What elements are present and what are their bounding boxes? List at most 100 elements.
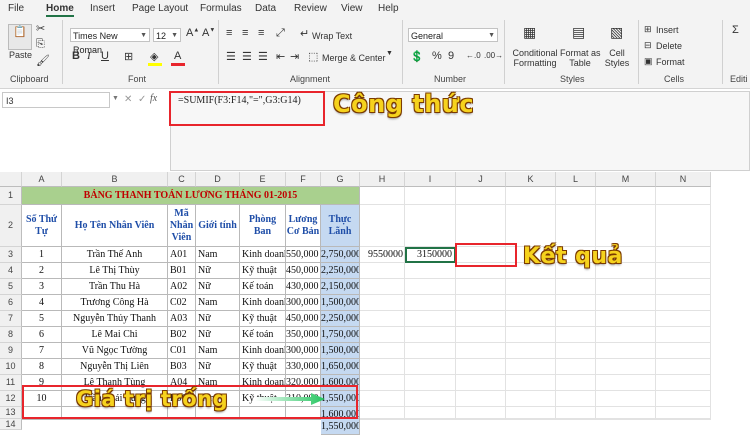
grid-cell[interactable] (596, 311, 656, 327)
grid-cell[interactable] (405, 327, 456, 343)
table-cell[interactable] (168, 419, 196, 420)
grid-cell[interactable] (656, 407, 711, 419)
table-cell[interactable]: Trần Thế Anh (62, 247, 168, 263)
conditional-formatting-icon[interactable]: ▦ (523, 24, 536, 41)
select-all-corner[interactable] (0, 172, 22, 187)
fill-color-icon[interactable]: ◈ (150, 50, 158, 63)
align-center-icon[interactable]: ☰ (242, 50, 252, 63)
grid-cell[interactable] (456, 343, 506, 359)
table-cell[interactable]: 300,000 (286, 343, 321, 359)
grid-cell[interactable] (506, 419, 556, 420)
row-header[interactable]: 4 (0, 263, 22, 279)
table-cell[interactable]: C01 (168, 343, 196, 359)
tab-formulas[interactable]: Formulas (200, 3, 242, 14)
font-name-dropdown[interactable]: Times New Roman ▼ (70, 28, 150, 55)
grid-cell[interactable] (405, 187, 456, 205)
column-header[interactable]: M (596, 172, 656, 187)
decrease-decimal-icon[interactable]: .00→ (484, 51, 503, 60)
delete-cells-icon[interactable]: ⊟ (644, 40, 652, 51)
grid-cell[interactable] (506, 311, 556, 327)
table-cell[interactable]: 1,650,000 (321, 359, 360, 375)
table-cell[interactable]: 550,000 (286, 247, 321, 263)
table-cell[interactable]: 5 (22, 311, 62, 327)
table-cell[interactable]: Lê Mai Chi (62, 327, 168, 343)
table-header-cell[interactable]: Phòng Ban (240, 205, 286, 247)
table-cell[interactable]: Nữ (196, 279, 240, 295)
grid-cell[interactable] (360, 205, 405, 247)
grid-cell[interactable] (596, 359, 656, 375)
decrease-font-icon[interactable]: A▼ (202, 27, 215, 39)
paste-button[interactable]: Paste (9, 50, 32, 60)
row-header[interactable]: 8 (0, 327, 22, 343)
table-cell[interactable]: 2,750,000 (321, 247, 360, 263)
enter-icon[interactable]: ✓ (138, 94, 146, 105)
grid-cell[interactable] (556, 295, 596, 311)
align-top-icon[interactable]: ≡ (226, 27, 232, 39)
grid-cell[interactable] (556, 205, 596, 247)
grid-cell[interactable] (656, 263, 711, 279)
row-header[interactable]: 14 (0, 419, 22, 430)
grid-cell[interactable] (456, 279, 506, 295)
table-cell[interactable]: C02 (168, 295, 196, 311)
grid-cell[interactable] (656, 295, 711, 311)
cell-styles-button[interactable]: Cell Styles (600, 48, 634, 68)
table-cell[interactable]: 1,500,000 (321, 295, 360, 311)
table-cell[interactable]: B03 (168, 359, 196, 375)
table-header-cell[interactable]: Số Thứ Tự (22, 205, 62, 247)
table-cell[interactable]: Kế toán (240, 279, 286, 295)
grid-cell[interactable] (596, 391, 656, 407)
table-cell[interactable]: 7 (22, 343, 62, 359)
grid-cell[interactable] (596, 327, 656, 343)
row-header[interactable]: 7 (0, 311, 22, 327)
grid-cell[interactable] (556, 359, 596, 375)
table-header-cell[interactable]: Mã Nhân Viên (168, 205, 196, 247)
insert-button[interactable]: Insert (656, 25, 679, 35)
table-cell[interactable]: Nữ (196, 359, 240, 375)
table-cell[interactable]: Kỹ thuật (240, 359, 286, 375)
comma-style-button[interactable]: 9 (448, 50, 454, 62)
table-cell[interactable] (62, 419, 168, 420)
table-cell[interactable]: Kinh doanh (240, 343, 286, 359)
column-header[interactable]: H (360, 172, 405, 187)
grid-cell[interactable] (360, 311, 405, 327)
grid-cell[interactable] (456, 407, 506, 419)
accounting-format-icon[interactable]: 💲 (410, 50, 424, 63)
grid-cell[interactable] (405, 205, 456, 247)
grid-cell[interactable] (656, 311, 711, 327)
table-cell[interactable]: A03 (168, 311, 196, 327)
align-middle-icon[interactable]: ≡ (242, 27, 248, 39)
table-header-cell[interactable]: Giới tính (196, 205, 240, 247)
grid-cell[interactable] (456, 187, 506, 205)
grid-cell[interactable] (360, 359, 405, 375)
grid-cell[interactable] (556, 391, 596, 407)
tab-file[interactable]: File (8, 3, 24, 14)
table-cell[interactable]: 300,000 (286, 295, 321, 311)
table-cell[interactable]: 350,000 (286, 327, 321, 343)
table-cell[interactable]: A02 (168, 279, 196, 295)
row-header[interactable]: 11 (0, 375, 22, 391)
table-cell[interactable]: 1,550,000 (321, 419, 360, 435)
borders-icon[interactable]: ⊞ (124, 50, 133, 63)
grid-cell[interactable] (506, 205, 556, 247)
table-cell[interactable]: 1,500,000 (321, 343, 360, 359)
table-cell[interactable]: Nguyễn Thị Liên (62, 359, 168, 375)
table-cell[interactable]: 330,000 (286, 359, 321, 375)
format-button[interactable]: Format (656, 57, 685, 67)
grid-cell[interactable] (405, 419, 456, 420)
chevron-down-icon[interactable]: ▼ (386, 50, 393, 57)
grid-cell[interactable] (456, 205, 506, 247)
percent-button[interactable]: % (432, 50, 442, 62)
table-cell[interactable]: Nữ (196, 263, 240, 279)
grid-cell[interactable] (506, 187, 556, 205)
grid-cell[interactable] (360, 295, 405, 311)
paste-icon[interactable]: 📋 (8, 24, 32, 50)
tab-view[interactable]: View (341, 3, 363, 14)
grid-cell[interactable] (556, 419, 596, 420)
grid-cell[interactable] (506, 359, 556, 375)
table-header-cell[interactable]: Thực Lãnh (321, 205, 360, 247)
table-cell[interactable]: 450,000 (286, 263, 321, 279)
table-cell[interactable]: Trần Thu Hà (62, 279, 168, 295)
column-header[interactable]: K (506, 172, 556, 187)
tab-data[interactable]: Data (255, 3, 276, 14)
grid-cell[interactable] (656, 247, 711, 263)
